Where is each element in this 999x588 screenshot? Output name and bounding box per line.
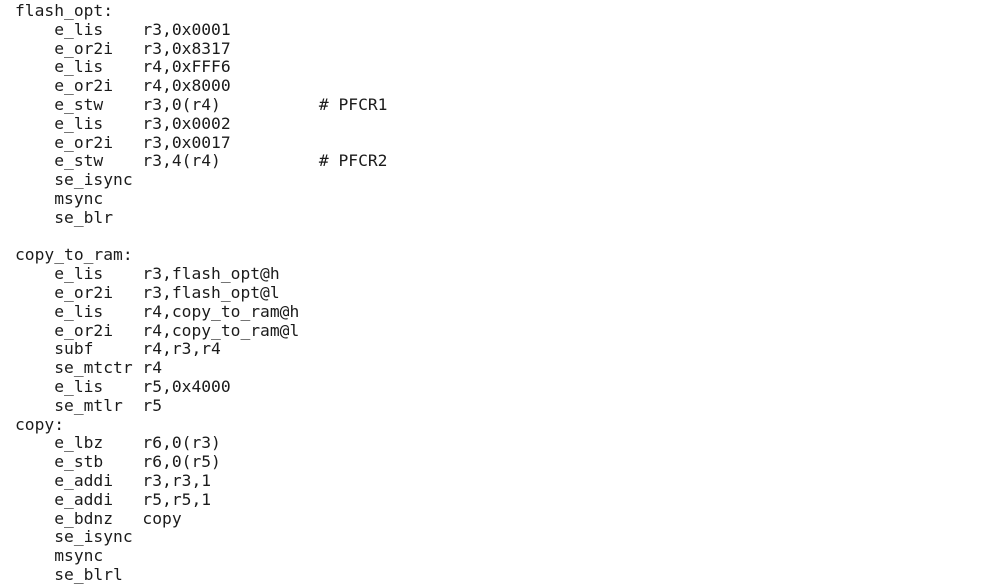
code-line: se_mtctr r4	[15, 358, 163, 378]
code-line: msync	[15, 546, 104, 566]
code-line: e_or2i r4,copy_to_ram@l	[15, 320, 300, 340]
code-line: e_addi r3,r3,1	[15, 470, 212, 490]
code-line: copy:	[15, 414, 65, 434]
code-line: se_isync	[15, 170, 133, 190]
code-line: copy_to_ram:	[15, 245, 133, 265]
code-line: e_or2i r3,0x0017	[15, 132, 231, 152]
code-line: e_lis r3,0x0002	[15, 113, 231, 133]
code-line: e_or2i r3,flash_opt@l	[15, 282, 280, 302]
code-listing: flash_opt: e_lis r3,0x0001 e_or2i r3,0x8…	[15, 1, 388, 585]
code-line: e_lis r3,flash_opt@h	[15, 264, 280, 284]
code-line: se_blrl	[15, 564, 123, 584]
code-line: e_or2i r4,0x8000	[15, 76, 231, 96]
code-line: se_isync	[15, 527, 133, 547]
code-line: se_mtlr r5	[15, 395, 163, 415]
code-line: e_stw r3,4(r4) # PFCR2	[15, 151, 388, 171]
code-line: subf r4,r3,r4	[15, 339, 221, 359]
code-line: se_blr	[15, 207, 114, 227]
code-line: e_bdnz copy	[15, 508, 182, 528]
code-line: e_lis r3,0x0001	[15, 19, 231, 39]
code-line: e_lis r5,0x4000	[15, 376, 231, 396]
code-line: e_stb r6,0(r5)	[15, 452, 221, 472]
code-line: e_addi r5,r5,1	[15, 489, 212, 509]
code-line: e_lbz r6,0(r3)	[15, 433, 221, 453]
code-line: e_lis r4,copy_to_ram@h	[15, 301, 300, 321]
code-line: flash_opt:	[15, 1, 114, 20]
code-line: e_lis r4,0xFFF6	[15, 57, 231, 77]
code-line: msync	[15, 188, 104, 208]
code-line: e_stw r3,0(r4) # PFCR1	[15, 94, 388, 114]
code-line: e_or2i r3,0x8317	[15, 38, 231, 58]
